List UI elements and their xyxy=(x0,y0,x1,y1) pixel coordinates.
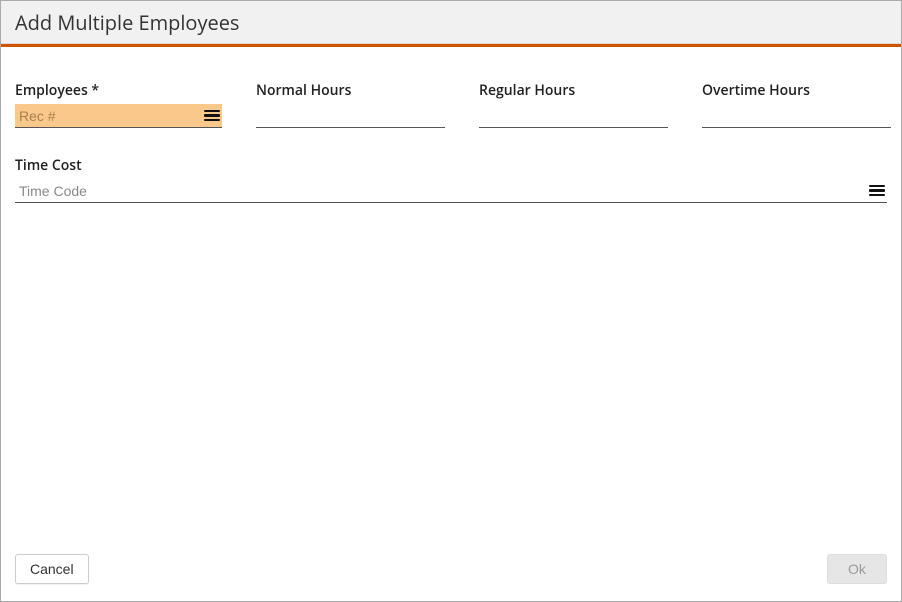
ok-button[interactable]: Ok xyxy=(827,554,887,584)
overtime-hours-field: Overtime Hours xyxy=(702,81,891,128)
regular-hours-label: Regular Hours xyxy=(479,81,668,100)
employees-input[interactable] xyxy=(15,104,204,127)
employees-input-wrap[interactable] xyxy=(15,104,222,128)
dialog-window: Add Multiple Employees Employees * Norma… xyxy=(0,0,902,602)
overtime-hours-label: Overtime Hours xyxy=(702,81,891,100)
normal-hours-label: Normal Hours xyxy=(256,81,445,100)
time-cost-input[interactable] xyxy=(15,179,869,202)
regular-hours-input[interactable] xyxy=(479,104,668,127)
dialog-title: Add Multiple Employees xyxy=(15,9,239,36)
titlebar: Add Multiple Employees xyxy=(1,1,901,44)
time-cost-label: Time Cost xyxy=(15,156,887,175)
list-picker-icon[interactable] xyxy=(869,184,885,198)
normal-hours-input-wrap[interactable] xyxy=(256,104,445,128)
time-cost-input-wrap[interactable] xyxy=(15,179,887,203)
dialog-content: Employees * Normal Hours Regular Hours xyxy=(1,47,901,549)
regular-hours-field: Regular Hours xyxy=(479,81,668,128)
employees-label: Employees * xyxy=(15,81,222,100)
normal-hours-input[interactable] xyxy=(256,104,445,127)
overtime-hours-input[interactable] xyxy=(702,104,891,127)
regular-hours-input-wrap[interactable] xyxy=(479,104,668,128)
employees-field: Employees * xyxy=(15,81,222,128)
dialog-footer: Cancel Ok xyxy=(1,549,901,601)
cancel-button[interactable]: Cancel xyxy=(15,554,89,584)
time-cost-field: Time Cost xyxy=(15,156,887,203)
normal-hours-field: Normal Hours xyxy=(256,81,445,128)
field-row-1: Employees * Normal Hours Regular Hours xyxy=(15,81,887,128)
list-picker-icon[interactable] xyxy=(204,109,220,123)
overtime-hours-input-wrap[interactable] xyxy=(702,104,891,128)
